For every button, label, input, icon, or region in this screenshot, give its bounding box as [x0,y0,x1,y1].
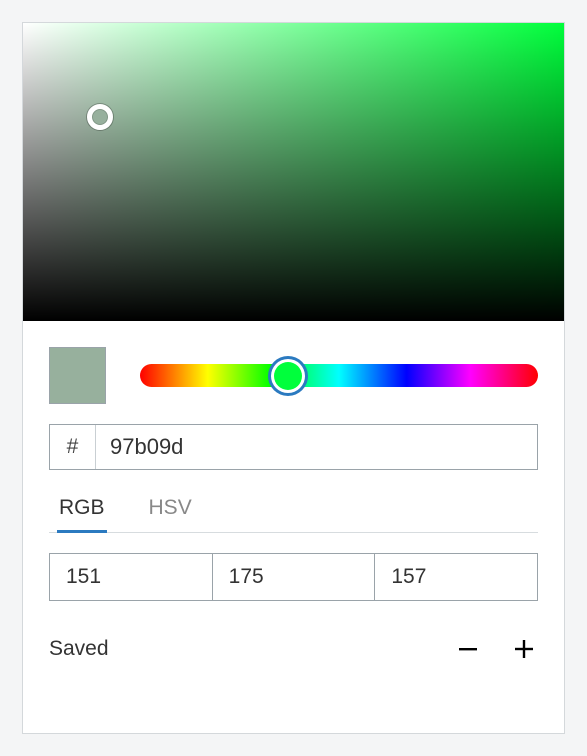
current-color-swatch [49,347,106,404]
sv-thumb[interactable] [87,104,113,130]
mode-tabs: RGB HSV [49,490,538,533]
b-input[interactable] [374,554,537,600]
r-input[interactable] [50,554,212,600]
plus-icon [513,638,535,660]
hex-prefix: # [50,425,96,469]
hex-input[interactable] [96,425,537,469]
g-input[interactable] [212,554,375,600]
minus-icon [457,638,479,660]
saturation-value-area[interactable] [23,23,564,321]
rgb-inputs [49,553,538,601]
hue-slider[interactable] [140,364,538,387]
controls: # RGB HSV Saved [23,321,564,689]
hex-field: # [49,424,538,470]
saved-row: Saved [49,635,538,663]
saved-buttons [454,635,538,663]
tab-hsv[interactable]: HSV [147,490,194,533]
add-swatch-button[interactable] [510,635,538,663]
remove-swatch-button[interactable] [454,635,482,663]
color-picker-panel: # RGB HSV Saved [22,22,565,734]
saved-label: Saved [49,637,109,661]
swatch-hue-row [49,347,538,404]
tab-rgb[interactable]: RGB [57,490,107,533]
hue-thumb[interactable] [274,362,302,390]
